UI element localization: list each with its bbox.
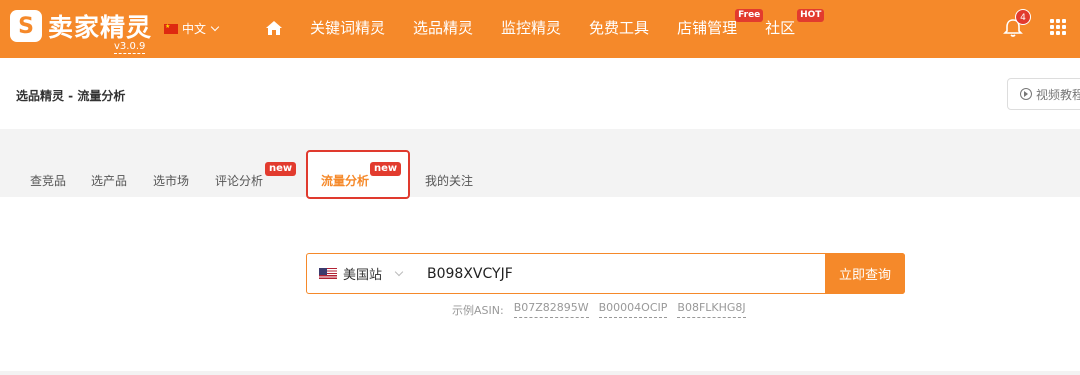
nav-community[interactable]: 社区 HOT xyxy=(765,9,825,39)
tab-review-analysis[interactable]: 评论分析 new xyxy=(215,162,297,189)
example-asins: 示例ASIN: B07Z82895W B00004OCIP B08FLKHG8J xyxy=(452,302,746,318)
tab-find-competitors[interactable]: 查竞品 xyxy=(30,172,66,189)
free-badge: Free xyxy=(735,9,764,22)
china-flag-icon xyxy=(164,23,178,34)
query-button[interactable]: 立即查询 xyxy=(825,253,905,294)
nav-keyword-wizard[interactable]: 关键词精灵 xyxy=(310,17,385,39)
home-icon[interactable] xyxy=(264,18,284,38)
version-label: v3.0.9 xyxy=(114,41,146,54)
chevron-down-icon xyxy=(394,267,404,277)
us-flag-icon xyxy=(319,267,337,280)
language-label: 中文 xyxy=(182,22,207,36)
hot-badge: HOT xyxy=(797,9,825,22)
play-icon xyxy=(1020,88,1032,100)
chevron-down-icon xyxy=(210,22,220,32)
video-tutorial-button[interactable]: 视频教程 xyxy=(1007,78,1080,110)
top-nav-bar: S 卖家精灵 v3.0.9 中文 关键词精灵 选品精灵 监控精灵 免费工具 店铺… xyxy=(0,0,1080,58)
tab-find-products[interactable]: 选产品 xyxy=(91,172,127,189)
nav-product-wizard[interactable]: 选品精灵 xyxy=(413,17,473,39)
video-tutorial-label: 视频教程 xyxy=(1036,87,1080,102)
marketplace-label: 美国站 xyxy=(343,268,383,283)
language-selector[interactable]: 中文 xyxy=(164,20,220,37)
asin-search-bar: 美国站 立即查询 xyxy=(306,253,905,294)
nav-store-management[interactable]: 店铺管理 Free xyxy=(677,9,764,39)
logo-icon: S xyxy=(10,10,42,42)
example-asin-link[interactable]: B07Z82895W xyxy=(513,302,589,318)
apps-grid-icon[interactable] xyxy=(1050,19,1066,35)
logo-text: 卖家精灵 xyxy=(48,13,153,42)
tab-traffic-analysis[interactable]: 流量分析 new xyxy=(321,162,402,189)
example-asin-link[interactable]: B08FLKHG8J xyxy=(677,302,746,318)
nav-monitor-wizard[interactable]: 监控精灵 xyxy=(501,17,561,39)
tab-find-markets[interactable]: 选市场 xyxy=(153,172,189,189)
asin-input[interactable] xyxy=(423,265,827,282)
logo[interactable]: S 卖家精灵 xyxy=(10,8,152,44)
tab-my-watchlist[interactable]: 我的关注 xyxy=(425,172,473,189)
breadcrumb: 选品精灵 - 流量分析 xyxy=(16,89,126,103)
main-nav: 关键词精灵 选品精灵 监控精灵 免费工具 店铺管理 Free 社区 HOT xyxy=(310,9,825,39)
example-label: 示例ASIN: xyxy=(452,304,504,317)
notification-count-badge: 4 xyxy=(1015,9,1031,25)
divider xyxy=(0,371,1080,375)
new-badge: new xyxy=(265,162,297,176)
nav-free-tools[interactable]: 免费工具 xyxy=(589,17,649,39)
marketplace-selector[interactable]: 美国站 xyxy=(307,264,423,283)
example-asin-link[interactable]: B00004OCIP xyxy=(598,302,668,318)
new-badge: new xyxy=(370,162,402,176)
